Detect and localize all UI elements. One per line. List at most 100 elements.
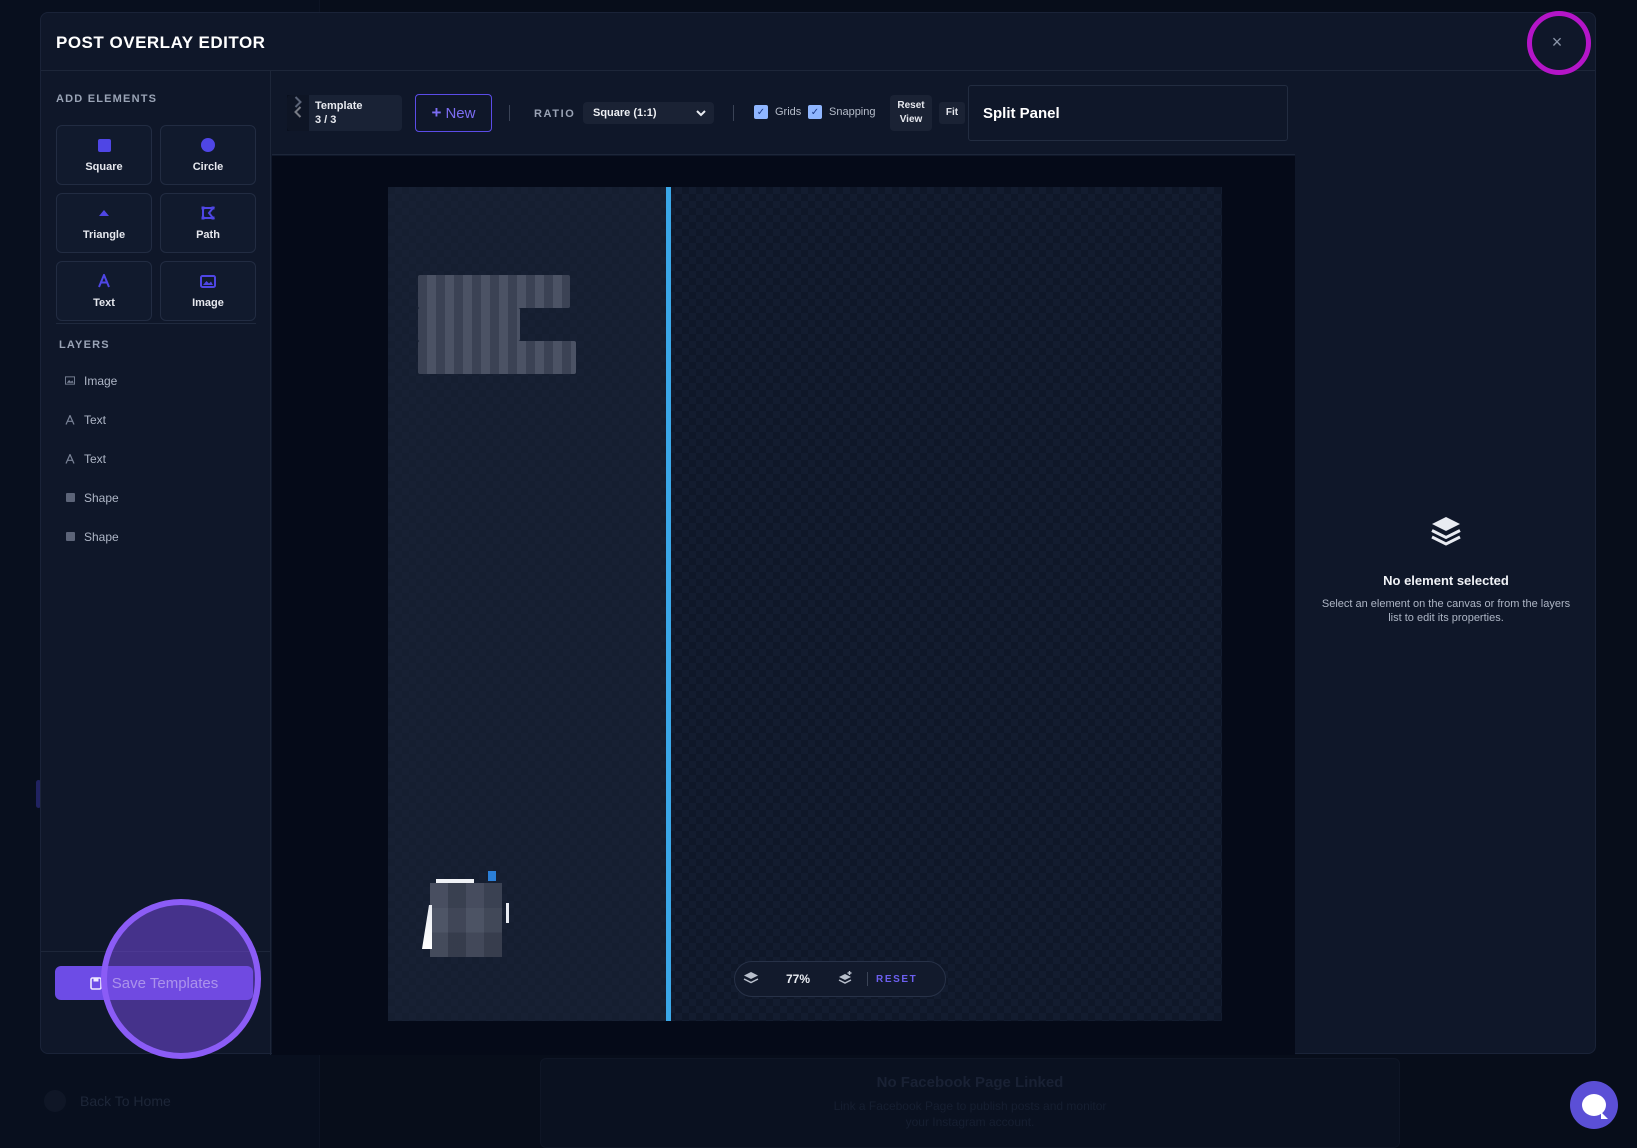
toolbar-divider bbox=[509, 105, 510, 121]
checkbox-checked-icon: ✓ bbox=[754, 105, 768, 119]
chat-icon bbox=[1582, 1094, 1608, 1119]
plus-icon: + bbox=[431, 103, 442, 122]
zoom-reset-button[interactable]: RESET bbox=[876, 974, 917, 985]
layer-item-shape[interactable]: Shape bbox=[57, 517, 257, 556]
save-templates-label: Save Templates bbox=[111, 974, 219, 992]
text-icon bbox=[65, 414, 75, 425]
layer-label: Text bbox=[84, 451, 107, 466]
new-template-button[interactable]: + New bbox=[415, 94, 492, 132]
next-template-button[interactable] bbox=[287, 95, 309, 131]
canvas-area[interactable]: [Heeelinne Dental] Associates 77% RESET bbox=[272, 156, 1295, 1055]
layer-label: Text bbox=[84, 412, 107, 427]
checkbox-checked-icon: ✓ bbox=[808, 105, 822, 119]
new-template-label: New bbox=[445, 104, 476, 122]
artboard[interactable]: [Heeelinne Dental] Associates bbox=[388, 187, 1222, 1021]
layers-list: Image Text Text Shape Shape bbox=[57, 361, 257, 556]
save-icon bbox=[89, 976, 102, 990]
fit-button[interactable]: Fit bbox=[939, 102, 965, 124]
add-image-button[interactable]: Image bbox=[160, 261, 256, 321]
snapping-toggle[interactable]: ✓ Snapping bbox=[808, 105, 876, 119]
shape-icon bbox=[65, 493, 75, 502]
add-path-label: Path bbox=[196, 229, 220, 241]
shape-icon bbox=[65, 532, 75, 541]
headline-text[interactable]: [Heeelinne Dental] Associates bbox=[418, 275, 618, 374]
template-name-input[interactable] bbox=[968, 85, 1288, 141]
snapping-label: Snapping bbox=[829, 106, 876, 118]
add-circle-button[interactable]: Circle bbox=[160, 125, 256, 185]
layers-label: LAYERS bbox=[59, 339, 110, 351]
add-square-label: Square bbox=[85, 161, 123, 173]
save-templates-button[interactable]: Save Templates bbox=[55, 966, 253, 1000]
add-circle-label: Circle bbox=[192, 161, 224, 173]
logo-slash bbox=[422, 905, 432, 949]
template-info: Template 3 / 3 bbox=[309, 99, 402, 127]
square-icon bbox=[97, 137, 111, 153]
add-elements-grid: Square Circle Triangle Path Text Image bbox=[56, 125, 257, 321]
layer-label: Shape bbox=[84, 490, 119, 505]
ratio-label: RATIO bbox=[534, 108, 576, 120]
properties-panel: No element selected Select an element on… bbox=[1296, 71, 1596, 1055]
ratio-select[interactable]: Square (1:1) bbox=[583, 102, 714, 124]
empty-state-description: Select an element on the canvas or from … bbox=[1321, 598, 1571, 624]
add-triangle-label: Triangle bbox=[82, 229, 126, 241]
redacted-text: Dental] bbox=[418, 308, 520, 341]
layer-item-image[interactable]: Image bbox=[57, 361, 257, 400]
template-navigator: Template 3 / 3 bbox=[287, 95, 402, 131]
zoom-level: 77% bbox=[785, 972, 811, 986]
zoom-divider bbox=[867, 972, 868, 986]
template-count: 3 / 3 bbox=[315, 114, 337, 126]
chevron-right-icon bbox=[294, 96, 302, 108]
save-area: Save Templates bbox=[41, 899, 271, 1059]
chevron-down-icon bbox=[696, 109, 706, 116]
logo-accent bbox=[488, 871, 496, 881]
reset-view-label-line1: Reset bbox=[897, 100, 925, 111]
layer-label: Image bbox=[84, 373, 118, 388]
image-icon bbox=[200, 273, 216, 289]
panel-divider bbox=[56, 323, 256, 324]
logo-bar bbox=[506, 903, 509, 923]
grids-label: Grids bbox=[775, 106, 802, 118]
close-button[interactable]: × bbox=[1545, 30, 1569, 54]
add-square-button[interactable]: Square bbox=[56, 125, 152, 185]
logo-image[interactable] bbox=[422, 871, 512, 957]
logo-stroke bbox=[436, 879, 474, 883]
modal-title: POST OVERLAY EDITOR bbox=[56, 33, 266, 52]
layer-item-shape[interactable]: Shape bbox=[57, 478, 257, 517]
add-elements-label: ADD ELEMENTS bbox=[56, 93, 158, 105]
triangle-icon bbox=[99, 205, 109, 221]
grids-toggle[interactable]: ✓ Grids bbox=[754, 105, 801, 119]
text-icon bbox=[97, 273, 111, 289]
text-icon bbox=[65, 453, 75, 464]
add-text-label: Text bbox=[93, 297, 115, 309]
layers-icon bbox=[1431, 517, 1461, 546]
empty-state-title: No element selected bbox=[1383, 573, 1509, 588]
circle-icon bbox=[201, 137, 215, 153]
path-icon bbox=[201, 205, 215, 221]
template-label: Template bbox=[315, 100, 363, 112]
left-panel: ADD ELEMENTS Square Circle Triangle Path bbox=[41, 71, 271, 1059]
redacted-image bbox=[430, 883, 502, 957]
layer-item-text[interactable]: Text bbox=[57, 400, 257, 439]
add-text-button[interactable]: Text bbox=[56, 261, 152, 321]
toolbar-divider bbox=[733, 105, 734, 121]
ratio-value: Square (1:1) bbox=[593, 107, 657, 119]
layers-plus-icon bbox=[838, 970, 852, 984]
image-icon bbox=[65, 376, 75, 385]
add-path-button[interactable]: Path bbox=[160, 193, 256, 253]
close-icon: × bbox=[1551, 32, 1563, 52]
zoom-out-button[interactable] bbox=[735, 971, 767, 988]
post-overlay-editor-modal: POST OVERLAY EDITOR × ADD ELEMENTS Squar… bbox=[40, 11, 1596, 1059]
add-image-label: Image bbox=[192, 297, 224, 309]
zoom-in-button[interactable] bbox=[829, 970, 861, 988]
editor-toolbar: Template 3 / 3 + New RATIO Square (1:1) … bbox=[272, 71, 1295, 155]
add-triangle-button[interactable]: Triangle bbox=[56, 193, 152, 253]
layer-item-text[interactable]: Text bbox=[57, 439, 257, 478]
reset-view-button[interactable]: Reset View bbox=[890, 95, 932, 131]
redacted-text: [Heeelinne bbox=[418, 275, 570, 308]
modal-header: POST OVERLAY EDITOR × bbox=[41, 11, 1595, 75]
redacted-text: Associates bbox=[418, 341, 577, 374]
chat-launcher-button[interactable] bbox=[1570, 1081, 1618, 1129]
zoom-controls: 77% RESET bbox=[734, 961, 946, 997]
reset-view-label-line2: View bbox=[899, 114, 923, 125]
divider-shape[interactable] bbox=[666, 187, 671, 1021]
